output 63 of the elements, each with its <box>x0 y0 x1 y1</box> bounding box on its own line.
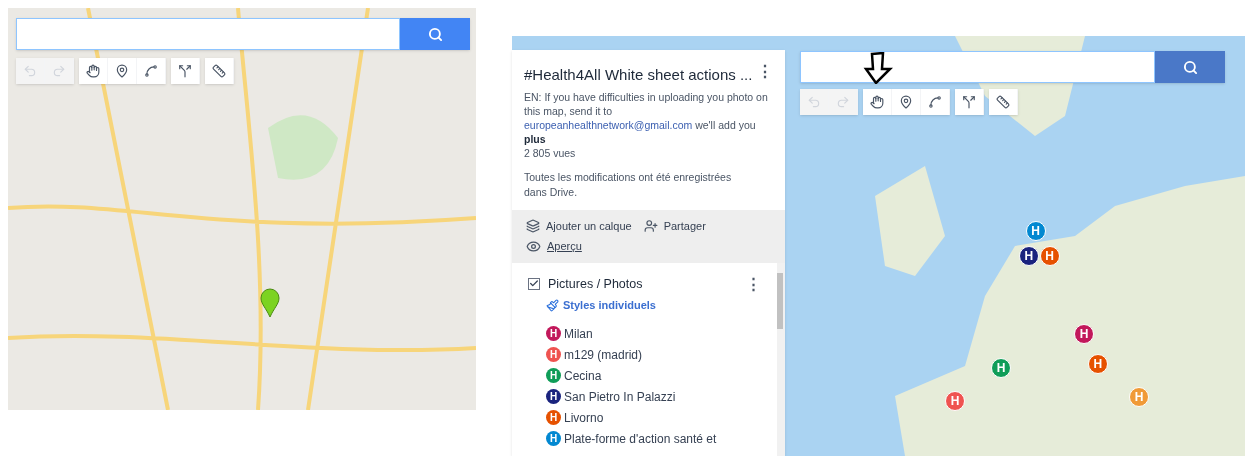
hand-icon <box>870 95 884 109</box>
place-list-item[interactable]: H Livorno <box>546 409 761 426</box>
save-status: Toutes les modifications ont été enregistrées dans Drive. <box>524 169 733 200</box>
layer-name: Pictures / Photos <box>548 275 643 293</box>
pin-icon <box>899 95 913 109</box>
tool-button[interactable] <box>955 89 984 115</box>
place-list-item[interactable]: H m129 (madrid) <box>546 346 761 363</box>
marker-icon: H <box>546 326 561 342</box>
menu-button[interactable]: ⋮ <box>757 64 773 80</box>
search-field[interactable] <box>16 18 400 50</box>
place-list-item[interactable]: H Plate-forme d'action santé et <box>546 430 761 447</box>
layers-icon <box>526 218 540 233</box>
search-button[interactable] <box>1155 51 1225 83</box>
marker-icon: H <box>546 389 561 405</box>
arrow-annotation-icon <box>863 52 893 84</box>
view-count: 2 805 vues <box>524 145 577 160</box>
tool-button[interactable] <box>892 89 921 115</box>
add-person-icon <box>643 218 658 233</box>
tool-button[interactable] <box>205 58 234 84</box>
line-icon <box>928 95 942 109</box>
email-link[interactable]: europeanhealthnetwork@gmail.com <box>524 118 693 131</box>
place-list-item[interactable]: H Milan <box>546 325 761 342</box>
map-description: EN: If you have difficulties in uploading you photo on this map, send it to europeanhealthnetwork@gmail.com we'll add you <box>524 89 769 132</box>
tool-button[interactable] <box>79 58 108 84</box>
eye-icon <box>526 238 541 254</box>
marker-icon: H <box>546 347 561 363</box>
more-link[interactable]: plus <box>524 131 546 146</box>
tool-button[interactable] <box>921 89 950 115</box>
fork-icon <box>962 95 976 109</box>
map-pin-icon[interactable] <box>260 287 281 318</box>
style-link[interactable]: Styles individuels <box>546 297 656 314</box>
place-list-item[interactable]: H Cecina <box>546 367 761 384</box>
line-icon <box>144 64 158 78</box>
map-title: #Health4All White sheet actions ... <box>524 65 753 85</box>
marker-icon: H <box>546 410 561 426</box>
layer-menu-button[interactable]: ⋮ <box>746 276 761 292</box>
pin-icon <box>115 64 129 78</box>
place-list-item[interactable]: H San Pietro In Palazzi <box>546 388 761 405</box>
marker-icon: H <box>546 431 561 447</box>
layer-checkbox[interactable] <box>528 277 540 290</box>
tool-button[interactable] <box>863 89 892 115</box>
action-button[interactable]: Ajouter un calque <box>526 217 632 234</box>
ruler-icon <box>996 95 1010 109</box>
action-button[interactable]: Aperçu <box>526 238 771 255</box>
tool-button[interactable] <box>171 58 200 84</box>
undo-icon <box>23 64 37 78</box>
hand-icon <box>86 64 100 78</box>
tool-button[interactable] <box>137 58 166 84</box>
search-icon <box>1182 59 1198 75</box>
redo-icon <box>52 64 66 78</box>
ruler-icon <box>212 64 226 78</box>
marker-icon: H <box>1025 221 1046 242</box>
action-button[interactable]: Partager <box>643 217 706 234</box>
search-field[interactable] <box>800 51 1155 83</box>
tool-button[interactable] <box>989 89 1018 115</box>
search-button[interactable] <box>400 18 470 50</box>
undo-icon <box>807 95 821 109</box>
tool-button[interactable] <box>108 58 137 84</box>
fork-icon <box>178 64 192 78</box>
search-icon <box>427 26 443 42</box>
redo-icon <box>836 95 850 109</box>
marker-icon: H <box>546 368 561 384</box>
scrollbar-thumb[interactable] <box>777 272 783 329</box>
